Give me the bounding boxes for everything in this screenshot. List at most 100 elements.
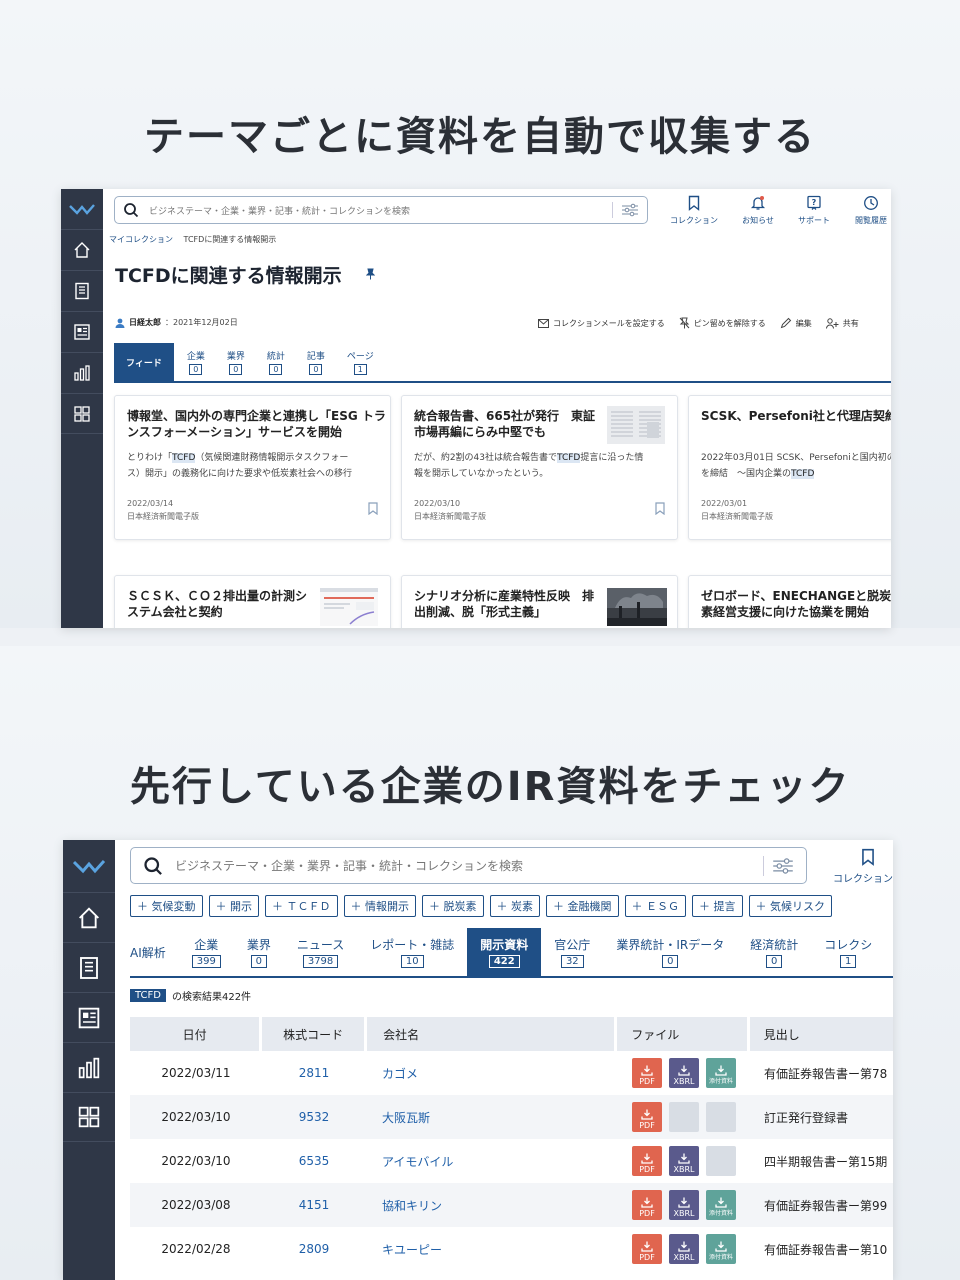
keyword-chip[interactable]: ＋ 炭素 bbox=[489, 895, 540, 917]
tab-feed[interactable]: フィード bbox=[114, 343, 174, 381]
tab-statistics[interactable]: 統計 0 bbox=[256, 343, 296, 381]
keyword-chip[interactable]: ＋ 気候リスク bbox=[748, 895, 832, 917]
edit-button[interactable]: 編集 bbox=[780, 317, 812, 329]
tab-economic-stats[interactable]: 経済統計 0 bbox=[737, 928, 811, 976]
tab-pages[interactable]: ページ 1 bbox=[336, 343, 385, 381]
cell-company[interactable]: キユーピー bbox=[366, 1241, 618, 1258]
cell-heading[interactable]: 訂正発行登録書 bbox=[750, 1109, 893, 1126]
bookmark-icon bbox=[688, 195, 700, 211]
keyword-chip[interactable]: ＋ 気候変動 bbox=[130, 895, 203, 917]
filter-icon[interactable] bbox=[621, 203, 639, 217]
cell-code[interactable]: 2811 bbox=[262, 1066, 366, 1080]
tab-collections[interactable]: コレクシ 1 bbox=[811, 928, 885, 976]
cell-heading[interactable]: 四半期報告書ー第15期 bbox=[750, 1153, 893, 1170]
cell-code[interactable]: 6535 bbox=[262, 1154, 366, 1168]
tab-companies[interactable]: 企業 399 bbox=[179, 928, 234, 976]
download-icon bbox=[678, 1153, 690, 1164]
cell-code[interactable]: 9532 bbox=[262, 1110, 366, 1124]
feed-card[interactable]: 博報堂、国内外の専門企業と連携し「ESG トラ ンスフォーメーション」サービスを開… bbox=[114, 395, 391, 540]
result-count: TCFD の検索結果422件 bbox=[130, 988, 251, 1003]
tab-companies[interactable]: 企業 0 bbox=[176, 343, 216, 381]
tab-government[interactable]: 官公庁 32 bbox=[541, 928, 603, 976]
stats-icon[interactable] bbox=[63, 1042, 115, 1092]
tab-industries[interactable]: 業界 0 bbox=[234, 928, 284, 976]
keyword-chip[interactable]: ＋ 開示 bbox=[208, 895, 259, 917]
support-button[interactable]: ? サポート bbox=[789, 195, 839, 226]
search-category-tabs: AI解析 企業 399 業界 0 ニュース 3798 レポート・雑誌 10 開示資料 42… bbox=[130, 928, 893, 978]
history-button[interactable]: 閲覧履歴 bbox=[846, 195, 891, 226]
tab-articles[interactable]: 記事 0 bbox=[296, 343, 336, 381]
header-company[interactable]: 会社名 bbox=[367, 1017, 615, 1051]
keyword-chip[interactable]: ＋ 情報開示 bbox=[343, 895, 416, 917]
news-icon[interactable] bbox=[61, 311, 103, 352]
mail-setting-button[interactable]: コレクションメールを設定する bbox=[538, 317, 665, 329]
cell-company[interactable]: アイモバイル bbox=[366, 1153, 618, 1170]
unpin-button[interactable]: ピン留めを解除する bbox=[679, 317, 766, 329]
sidebar bbox=[63, 840, 115, 1280]
download-att-button[interactable]: 添付資料 bbox=[706, 1234, 736, 1264]
bookmark-icon[interactable] bbox=[655, 500, 665, 519]
card-title: ゼロボード、ENECHANGEと脱炭 素経営支援に向けた協業を開始 bbox=[701, 589, 891, 619]
collection-tabs: フィード 企業 0 業界 0 統計 0 記事 0 ページ 1 bbox=[114, 343, 891, 383]
tab-news[interactable]: ニュース 3798 bbox=[284, 928, 357, 976]
notifications-button[interactable]: お知らせ bbox=[733, 195, 783, 226]
cell-code[interactable]: 2809 bbox=[262, 1242, 366, 1256]
cell-company[interactable]: 協和キリン bbox=[366, 1197, 618, 1214]
pin-icon[interactable] bbox=[365, 268, 376, 283]
collection-button[interactable]: コレクション bbox=[664, 195, 724, 226]
feed-card[interactable]: ゼロボード、ENECHANGEと脱炭 素経営支援に向けた協業を開始 bbox=[688, 575, 891, 628]
cell-company[interactable]: カゴメ bbox=[366, 1065, 618, 1082]
feed-card[interactable]: シナリオ分析に産業特性反映 排出削減、脱「形式主義」 bbox=[401, 575, 678, 628]
keyword-chip[interactable]: ＋ ＥＳＧ bbox=[624, 895, 686, 917]
header-date[interactable]: 日付 bbox=[130, 1017, 260, 1051]
section1-headline: テーマごとに資料を自動で収集する bbox=[144, 114, 816, 160]
logo bbox=[61, 189, 103, 229]
tab-disclosures[interactable]: 開示資料 422 bbox=[467, 928, 542, 976]
share-button[interactable]: 共有 bbox=[825, 317, 859, 329]
collection-button[interactable]: コレクション bbox=[833, 848, 893, 885]
keyword-chip[interactable]: ＋ 金融機関 bbox=[546, 895, 619, 917]
search-bar[interactable]: ビジネステーマ・企業・業界・記事・統計・コレクションを検索 bbox=[114, 196, 648, 224]
home-icon[interactable] bbox=[61, 229, 103, 270]
news-icon[interactable] bbox=[63, 992, 115, 1042]
keyword-chip[interactable]: ＋ 提言 bbox=[692, 895, 743, 917]
download-xbrl-button[interactable]: XBRL bbox=[669, 1190, 699, 1220]
download-xbrl-button[interactable]: XBRL bbox=[669, 1234, 699, 1264]
download-pdf-button[interactable]: PDF bbox=[632, 1234, 662, 1264]
download-att-button[interactable]: 添付資料 bbox=[706, 1190, 736, 1220]
feed-card[interactable]: 統合報告書、665社が発行 東証 市場再編にらみ中堅でも だが、約2割の43社は統… bbox=[401, 395, 678, 540]
cell-heading[interactable]: 有価証券報告書ー第99 bbox=[750, 1197, 893, 1214]
home-icon[interactable] bbox=[63, 892, 115, 942]
download-att-button[interactable]: 添付資料 bbox=[706, 1058, 736, 1088]
feed-card[interactable]: SCSK、Persefoni社と代理店契約を 2022年03月01日 SCSK、… bbox=[688, 395, 891, 540]
header-code[interactable]: 株式コード bbox=[262, 1017, 365, 1051]
table-row: 2022/03/10 9532 大阪瓦斯 PDF 訂正発行登録書 bbox=[130, 1095, 893, 1139]
keyword-chip[interactable]: ＋ 脱炭素 bbox=[422, 895, 484, 917]
company-icon[interactable] bbox=[61, 270, 103, 311]
company-icon[interactable] bbox=[63, 942, 115, 992]
cell-heading[interactable]: 有価証券報告書ー第78 bbox=[750, 1065, 893, 1082]
filter-icon[interactable] bbox=[772, 857, 794, 875]
tab-industries[interactable]: 業界 0 bbox=[216, 343, 256, 381]
cell-code[interactable]: 4151 bbox=[262, 1198, 366, 1212]
download-xbrl-button[interactable]: XBRL bbox=[669, 1146, 699, 1176]
grid-icon[interactable] bbox=[61, 393, 103, 434]
card-title: SCSK、Persefoni社と代理店契約を bbox=[701, 409, 891, 423]
cell-company[interactable]: 大阪瓦斯 bbox=[366, 1109, 618, 1126]
search-bar[interactable]: ビジネステーマ・企業・業界・記事・統計・コレクションを検索 bbox=[130, 847, 807, 884]
bookmark-icon[interactable] bbox=[368, 500, 378, 519]
tab-industry-stats[interactable]: 業界統計・IRデータ 0 bbox=[603, 928, 737, 976]
stats-icon[interactable] bbox=[61, 352, 103, 393]
feed-card[interactable]: ＳＣＳＫ、ＣＯ２排出量の計測シ ステム会社と契約 bbox=[114, 575, 391, 628]
breadcrumb-link[interactable]: マイコレクション bbox=[109, 235, 173, 244]
download-xbrl-button[interactable]: XBRL bbox=[669, 1058, 699, 1088]
tab-reports[interactable]: レポート・雑誌 10 bbox=[357, 928, 467, 976]
download-pdf-button[interactable]: PDF bbox=[632, 1102, 662, 1132]
grid-icon[interactable] bbox=[63, 1092, 115, 1142]
download-pdf-button[interactable]: PDF bbox=[632, 1058, 662, 1088]
download-pdf-button[interactable]: PDF bbox=[632, 1190, 662, 1220]
tab-ai-analysis[interactable]: AI解析 bbox=[130, 928, 179, 976]
cell-heading[interactable]: 有価証券報告書ー第10 bbox=[750, 1241, 893, 1258]
download-pdf-button[interactable]: PDF bbox=[632, 1146, 662, 1176]
keyword-chip[interactable]: ＋ ＴＣＦＤ bbox=[265, 895, 338, 917]
